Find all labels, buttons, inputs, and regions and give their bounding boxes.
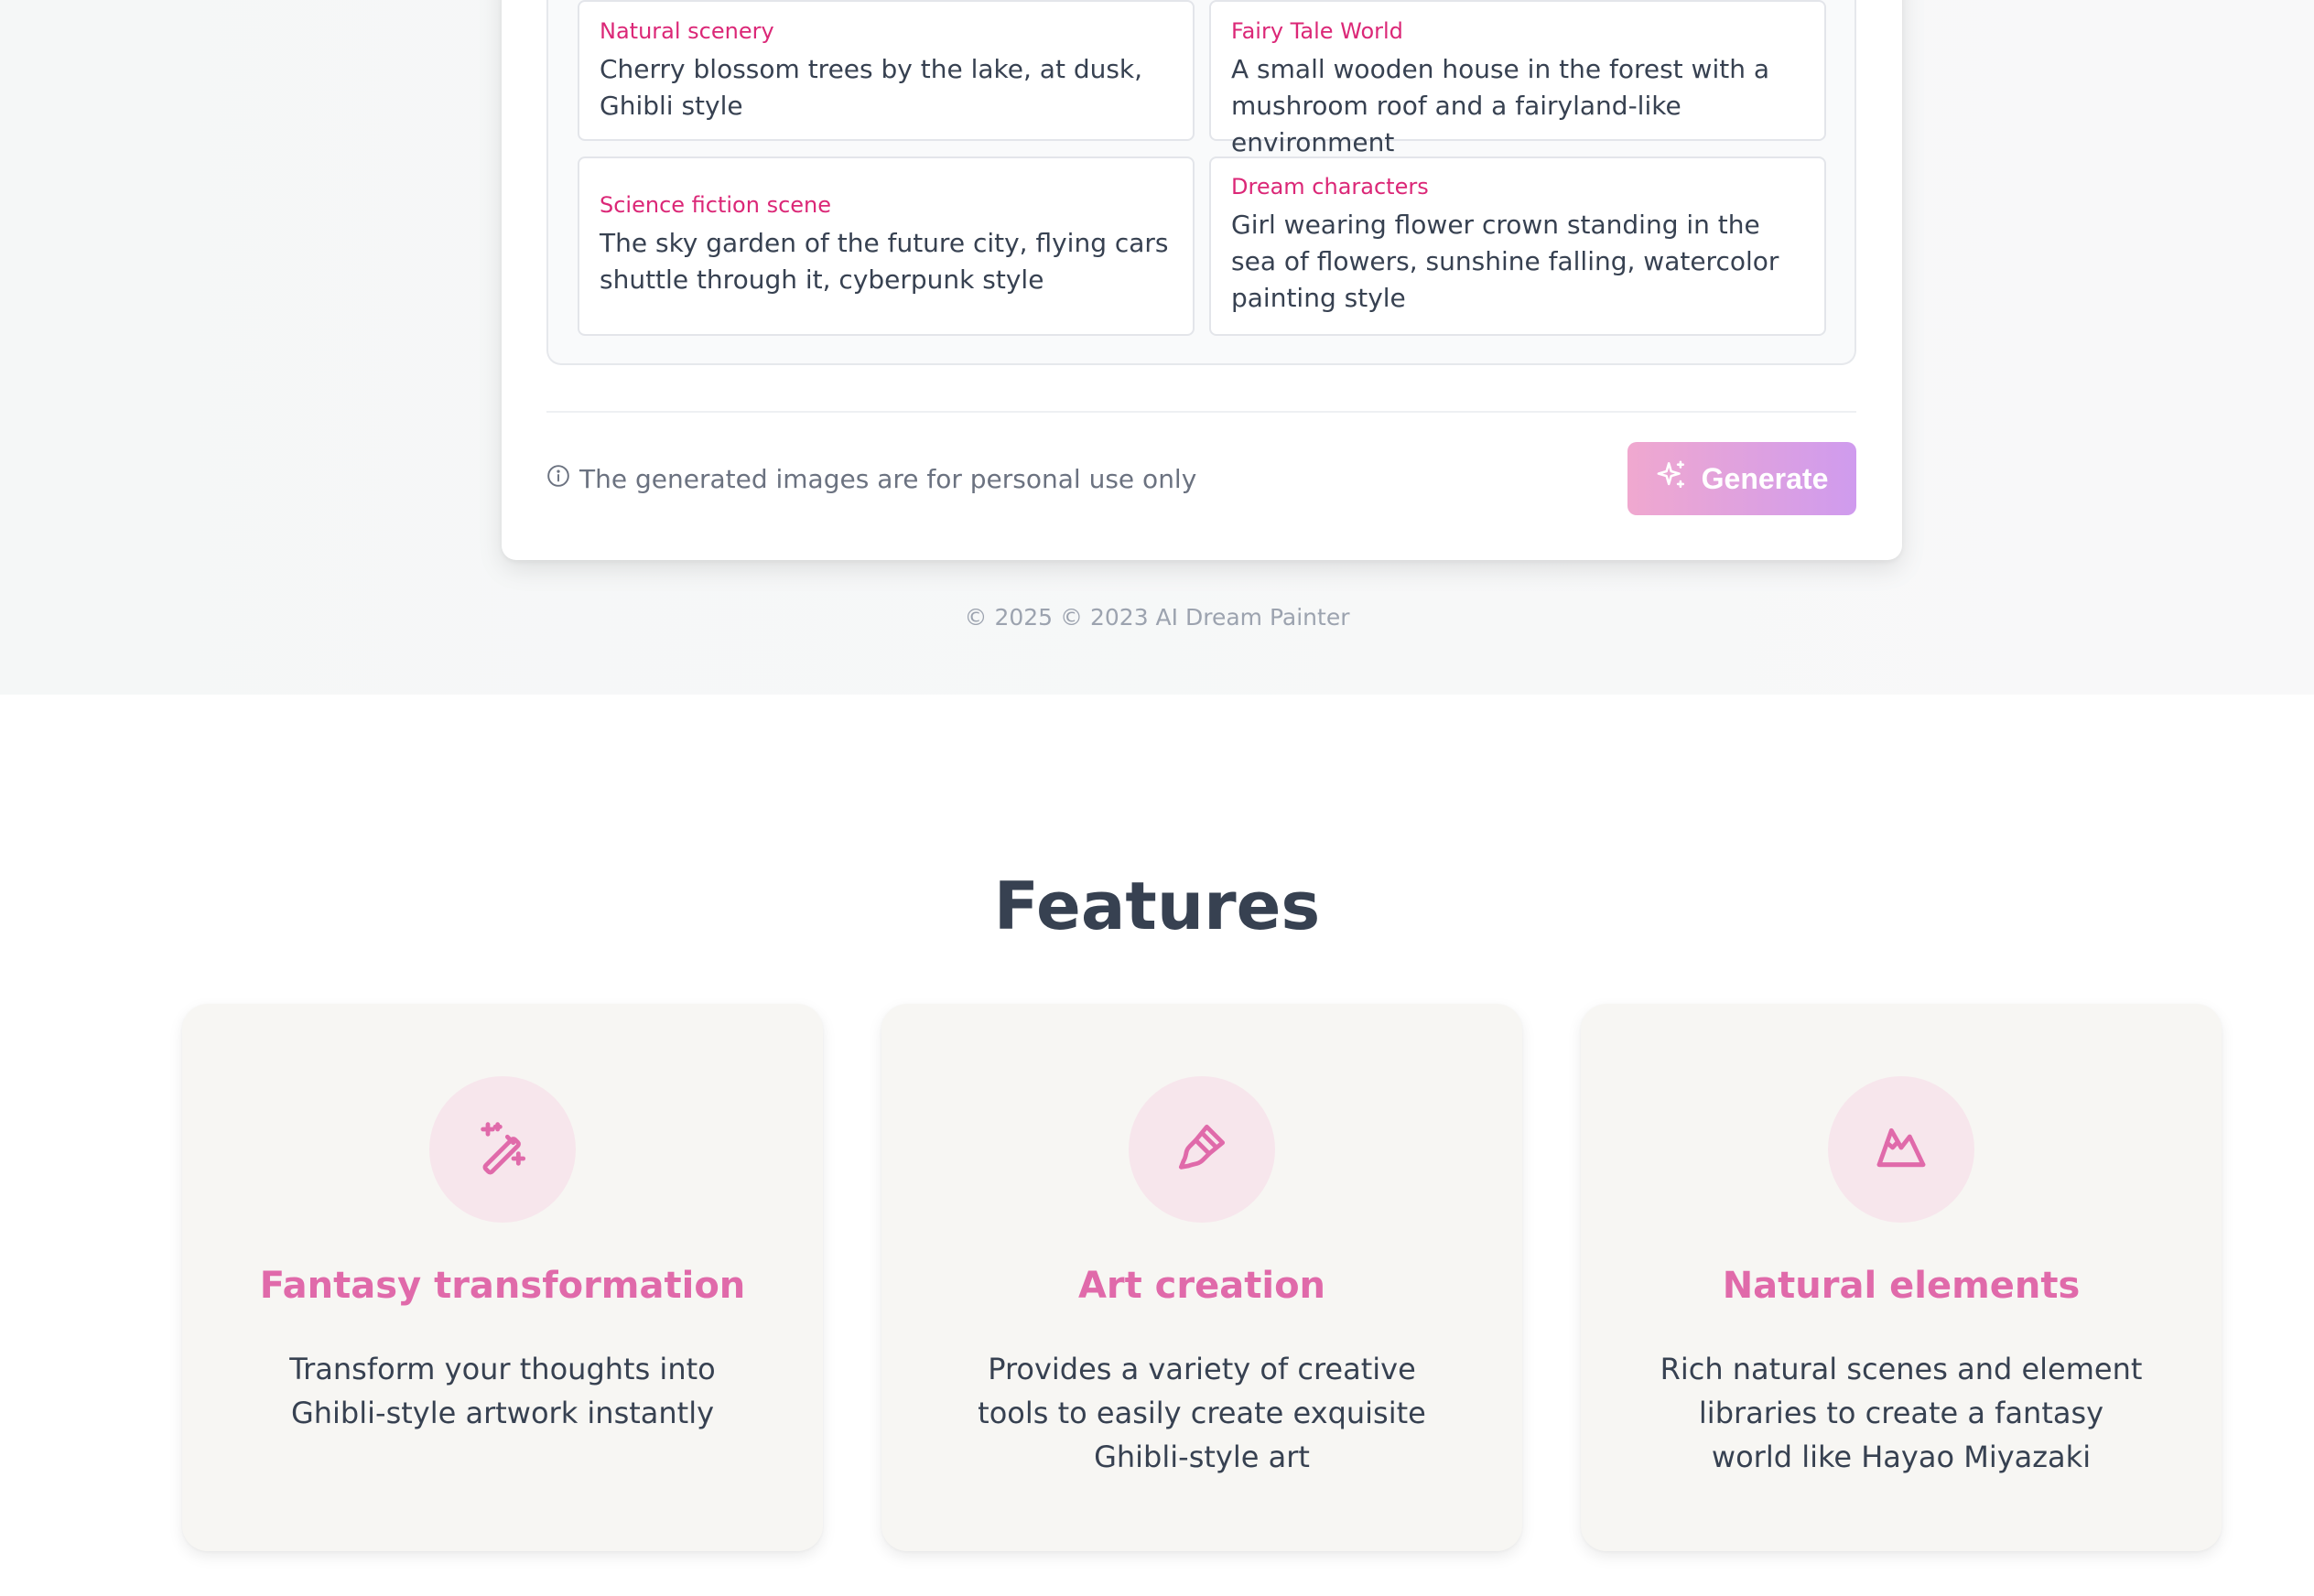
feature-title: Fantasy transformation [259, 1265, 746, 1307]
feature-description: Provides a variety of creative tools to … [978, 1352, 1426, 1474]
feature-card-art-creation: Art creation Provides a variety of creat… [881, 1004, 1522, 1551]
example-prompt-fairy-tale-world[interactable]: Fairy Tale World A small wooden house in… [1209, 0, 1826, 157]
sparkles-icon [1656, 459, 1687, 498]
example-category: Fairy Tale World [1231, 18, 1403, 44]
feature-card-natural-elements: Natural elements Rich natural scenes and… [1581, 1004, 2222, 1551]
feature-icon-circle [429, 1076, 576, 1223]
generator-card: Natural scenery Cherry blossom trees by … [502, 0, 1902, 560]
example-text: Cherry blossom trees by the lake, at dus… [600, 54, 1143, 121]
example-text: A small wooden house in the forest with … [1231, 54, 1769, 157]
example-prompts-panel: Natural scenery Cherry blossom trees by … [546, 0, 1856, 365]
feature-card-fantasy-transformation: Fantasy transformation Transform your th… [182, 1004, 823, 1551]
features-heading: Features [993, 868, 1321, 944]
generate-button-label: Generate [1701, 461, 1829, 495]
example-prompt-natural-scenery[interactable]: Natural scenery Cherry blossom trees by … [578, 0, 1195, 141]
feature-description: Transform your thoughts into Ghibli-styl… [289, 1352, 716, 1430]
divider [546, 411, 1856, 413]
footer-copyright: © 2025 © 2023 AI Dream Painter [964, 604, 1350, 631]
example-category: Dream characters [1231, 174, 1429, 200]
feature-title: Natural elements [1722, 1265, 2081, 1307]
generate-button[interactable]: Generate [1627, 442, 1856, 515]
generator-section: Natural scenery Cherry blossom trees by … [0, 0, 2314, 695]
feature-icon-circle [1828, 1076, 1974, 1223]
example-prompt-dream-characters[interactable]: Dream characters Girl wearing flower cro… [1209, 156, 1826, 336]
magic-wand-icon [473, 1118, 532, 1181]
info-icon [546, 464, 570, 494]
usage-notice: The generated images are for personal us… [546, 460, 1196, 497]
feature-title: Art creation [1077, 1265, 1326, 1307]
paintbrush-icon [1173, 1118, 1231, 1181]
mountain-icon [1872, 1118, 1930, 1181]
example-category: Science fiction scene [600, 192, 832, 218]
example-text: Girl wearing flower crown standing in th… [1231, 210, 1779, 313]
example-text: The sky garden of the future city, flyin… [600, 228, 1169, 295]
feature-description: Rich natural scenes and element librarie… [1660, 1352, 2143, 1474]
usage-notice-text: The generated images are for personal us… [579, 463, 1197, 494]
feature-icon-circle [1129, 1076, 1275, 1223]
example-category: Natural scenery [600, 18, 774, 44]
example-prompt-science-fiction[interactable]: Science fiction scene The sky garden of … [578, 156, 1195, 336]
